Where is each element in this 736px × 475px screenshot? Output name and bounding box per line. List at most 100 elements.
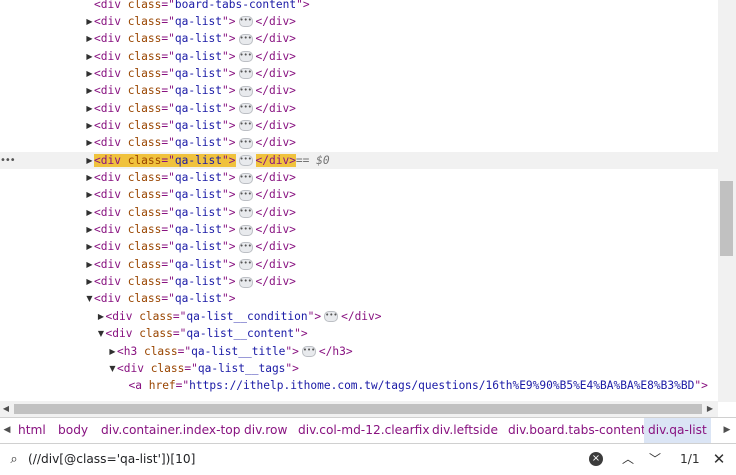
expand-triangle-right-icon[interactable]: ▶ xyxy=(85,204,94,221)
collapsed-content-ellipsis-icon[interactable]: ••• xyxy=(238,224,253,236)
tag-close-bracket: "> xyxy=(222,275,236,289)
breadcrumb-item[interactable]: div.col-md-12.clearfix xyxy=(294,418,434,443)
tree-node[interactable]: ▶<div class="qa-list"> ••• </div> xyxy=(0,273,718,290)
tree-node[interactable]: ▶<div class="qa-list__condition"> ••• </di… xyxy=(0,308,718,325)
vertical-scrollbar[interactable] xyxy=(718,0,736,402)
collapsed-content-ellipsis-icon[interactable]: ••• xyxy=(238,33,253,45)
attribute-name: class xyxy=(127,32,162,46)
expand-triangle-right-icon[interactable]: ▶ xyxy=(85,152,94,169)
tag-name: <div xyxy=(94,188,128,202)
collapsed-content-ellipsis-icon[interactable]: ••• xyxy=(238,103,253,115)
expand-triangle-right-icon[interactable]: ▶ xyxy=(85,13,94,30)
horizontal-scrollbar-thumb[interactable] xyxy=(14,404,702,414)
collapsed-content-ellipsis-icon[interactable]: ••• xyxy=(238,51,253,63)
horizontal-scrollbar[interactable]: ◀ ▶ xyxy=(0,401,718,417)
scroll-right-arrow-icon[interactable]: ▶ xyxy=(704,402,716,416)
clear-search-icon[interactable]: × xyxy=(589,452,603,466)
expand-triangle-right-icon[interactable]: ▶ xyxy=(85,65,94,82)
collapsed-content-ellipsis-icon[interactable]: ••• xyxy=(238,120,253,132)
breadcrumb-item[interactable]: div.board.tabs-content xyxy=(504,418,650,443)
search-input[interactable]: (//div[@class='qa-list'])[10] xyxy=(28,444,195,475)
expand-triangle-down-icon[interactable]: ▼ xyxy=(108,360,117,377)
tree-node[interactable]: ▼<div class="qa-list"> xyxy=(0,290,718,307)
tree-node[interactable]: ▶<div class="qa-list"> ••• </div> xyxy=(0,100,718,117)
tree-node[interactable]: ▶<div class="qa-list"> ••• </div> xyxy=(0,134,718,151)
tree-node[interactable]: ••• ▶<div class="qa-list"> ••• </div>== $0 xyxy=(0,151,718,169)
collapsed-content-ellipsis-icon[interactable]: ••• xyxy=(238,16,253,28)
collapsed-content-ellipsis-icon[interactable]: ••• xyxy=(238,85,253,97)
expand-triangle-right-icon[interactable]: ▶ xyxy=(85,117,94,134)
previous-match-icon[interactable]: ︿ xyxy=(620,444,636,475)
breadcrumb-scroll-left-icon[interactable]: ◀ xyxy=(0,418,14,443)
collapsed-content-ellipsis-icon[interactable]: ••• xyxy=(238,155,253,167)
tree-node[interactable]: ▶<div class="qa-list"> ••• </div> xyxy=(0,82,718,99)
breadcrumb-item[interactable]: div.container.index-top xyxy=(97,418,244,443)
attribute-quote: =" xyxy=(172,327,187,341)
expand-triangle-right-icon[interactable]: ▶ xyxy=(85,221,94,238)
collapsed-content-ellipsis-icon[interactable]: ••• xyxy=(238,68,253,80)
collapsed-content-ellipsis-icon[interactable]: ••• xyxy=(238,276,253,288)
tree-node[interactable]: ▶<div class="qa-list"> ••• </div> xyxy=(0,117,718,134)
expand-triangle-right-icon[interactable]: ▶ xyxy=(85,100,94,117)
closing-tag: </div> xyxy=(255,84,296,98)
attribute-name: href xyxy=(148,379,176,393)
expand-triangle-down-icon[interactable]: ▼ xyxy=(85,290,94,307)
close-search-icon[interactable]: ✕ xyxy=(711,444,727,475)
expand-triangle-right-icon[interactable]: ▶ xyxy=(85,256,94,273)
node-menu-dots-icon[interactable]: ••• xyxy=(0,152,16,169)
breadcrumb-item[interactable]: div.leftside xyxy=(428,418,502,443)
expand-triangle-right-icon[interactable]: ▶ xyxy=(97,308,106,325)
breadcrumb-item[interactable]: div.row xyxy=(240,418,291,443)
closing-tag: </div> xyxy=(255,49,296,63)
expand-triangle-right-icon[interactable]: ▶ xyxy=(85,273,94,290)
expand-triangle-down-icon[interactable]: ▼ xyxy=(97,325,106,342)
closing-tag: </div> xyxy=(341,309,382,323)
attribute-name: class xyxy=(127,49,162,63)
breadcrumb-scroll-right-icon[interactable]: ▶ xyxy=(720,418,734,443)
collapsed-content-ellipsis-icon[interactable]: ••• xyxy=(238,207,253,219)
tree-node[interactable]: ▶<div class="qa-list"> ••• </div> xyxy=(0,186,718,203)
expand-triangle-right-icon[interactable]: ▶ xyxy=(108,343,117,360)
vertical-scrollbar-thumb[interactable] xyxy=(720,181,733,256)
collapsed-content-ellipsis-icon[interactable]: ••• xyxy=(301,346,316,357)
attribute-name: class xyxy=(127,257,162,271)
tree-node[interactable]: ▶<div class="qa-list"> ••• </div> xyxy=(0,169,718,186)
tree-node[interactable]: ▶<div class="qa-list"> ••• </div> xyxy=(0,238,718,255)
collapsed-content-ellipsis-icon[interactable]: ••• xyxy=(238,172,253,184)
tag-name: <div xyxy=(94,205,128,219)
expand-triangle-right-icon[interactable]: ▶ xyxy=(85,30,94,47)
tree-node[interactable]: <a href="https://ithelp.ithome.com.tw/ta… xyxy=(0,377,718,394)
tag-close-bracket: "> xyxy=(222,14,236,28)
expand-triangle-right-icon[interactable]: ▶ xyxy=(85,48,94,65)
tree-node[interactable]: <div class="board-tabs-content"> xyxy=(0,0,718,13)
tree-node[interactable]: ▶<div class="qa-list"> ••• </div> xyxy=(0,221,718,238)
tree-node[interactable]: ▼<div class="qa-list__tags"> xyxy=(0,360,718,377)
collapsed-content-ellipsis-icon[interactable]: ••• xyxy=(324,311,339,323)
tag-name: <div xyxy=(94,136,128,150)
tree-node[interactable]: ▶<div class="qa-list"> ••• </div> xyxy=(0,48,718,65)
expand-triangle-right-icon[interactable]: ▶ xyxy=(85,134,94,151)
collapsed-content-ellipsis-icon[interactable]: ••• xyxy=(238,241,253,253)
breadcrumb-item[interactable]: div.qa-list xyxy=(644,418,711,443)
breadcrumb-item[interactable]: html xyxy=(14,418,50,443)
tree-node[interactable]: ▼<div class="qa-list__content"> xyxy=(0,325,718,342)
expand-triangle-right-icon[interactable]: ▶ xyxy=(85,169,94,186)
breadcrumb-item[interactable]: body xyxy=(54,418,92,443)
next-match-icon[interactable]: ﹀ xyxy=(647,444,663,475)
expand-triangle-right-icon[interactable]: ▶ xyxy=(85,238,94,255)
tree-node[interactable]: ▶<div class="qa-list"> ••• </div> xyxy=(0,65,718,82)
scroll-left-arrow-icon[interactable]: ◀ xyxy=(0,402,12,416)
expand-triangle-right-icon[interactable]: ▶ xyxy=(85,82,94,99)
tag-name: <a xyxy=(128,379,149,393)
collapsed-content-ellipsis-icon[interactable]: ••• xyxy=(238,259,253,271)
expand-triangle-right-icon[interactable]: ▶ xyxy=(85,186,94,203)
attribute-name: class xyxy=(127,205,162,219)
tree-node[interactable]: ▶<h3 class="qa-list__title"> ••• </h3> xyxy=(0,343,718,360)
collapsed-content-ellipsis-icon[interactable]: ••• xyxy=(238,137,253,149)
tree-node[interactable]: ▶<div class="qa-list"> ••• </div> xyxy=(0,204,718,221)
tree-node[interactable]: ▶<div class="qa-list"> ••• </div> xyxy=(0,13,718,30)
tree-node[interactable]: ▶<div class="qa-list"> ••• </div> xyxy=(0,30,718,47)
collapsed-content-ellipsis-icon[interactable]: ••• xyxy=(238,189,253,201)
tree-node[interactable]: ▶<div class="qa-list"> ••• </div> xyxy=(0,256,718,273)
attribute-value: qa-list xyxy=(174,32,223,46)
